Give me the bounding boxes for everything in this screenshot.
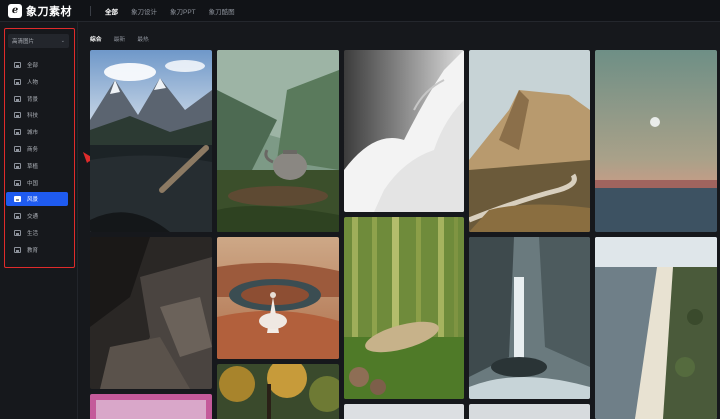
sidebar-item-label: 教育 [27,247,39,254]
tab-comprehensive[interactable]: 综合 [90,34,102,43]
logo-text: 象刀素材 [26,5,72,18]
sidebar-item-life[interactable]: 生活 [6,226,68,240]
image-tile-teapot-moss[interactable] [217,50,339,232]
tab-latest[interactable]: 最新 [114,34,126,43]
image-tile-snow-rock[interactable] [344,50,464,212]
sidebar-item-background[interactable]: 背景 [6,92,68,106]
sidebar-item-scenery[interactable]: 风景 [6,192,68,207]
image-tile-horseshoe-bend[interactable] [217,237,339,359]
sidebar-item-label: 风景 [27,197,39,204]
category-list: 全部 人物 背景 科技 城市 商务 草植 中国 风景 交通 生活 教育 [6,58,68,260]
pale-sky-1-image [344,404,464,419]
image-tile-bamboo-forest[interactable] [344,217,464,399]
logo-icon: ℯ [8,3,22,18]
sidebar-item-business[interactable]: 商务 [6,142,68,156]
sidebar-item-label: 生活 [27,230,39,237]
sidebar-item-label: 科技 [27,113,39,120]
image-icon [14,196,21,203]
cliff-road-image [469,50,590,232]
divider [90,5,91,16]
sidebar-item-label: 城市 [27,130,39,137]
bamboo-forest-image [344,217,464,399]
image-tile-pale-sky-2[interactable] [469,404,590,419]
pale-sky-2-image [469,404,590,419]
sidebar-item-label: 交通 [27,214,39,221]
image-tile-autumn-trees[interactable] [217,364,339,419]
sidebar-item-city[interactable]: 城市 [6,125,68,139]
sidebar-item-label: 中国 [27,180,39,187]
waterfall-image [469,237,590,399]
dark-rocks-image [90,237,212,389]
image-icon [14,62,21,68]
image-icon [14,129,21,136]
image-icon [14,112,21,119]
top-nav: 全部 象刀设计 象刀PPT 象刀酷图 [105,6,235,16]
image-tile-waterfall[interactable] [469,237,590,399]
image-icon [14,246,21,253]
top-bar: ℯ 象刀素材 全部 象刀设计 象刀PPT 象刀酷图 [0,0,720,22]
image-tile-mountain-lake[interactable] [90,50,212,232]
sidebar-item-label: 商务 [27,146,39,153]
horseshoe-bend-image [217,237,339,359]
tab-hottest[interactable]: 最热 [137,34,149,43]
sidebar-item-plants[interactable]: 草植 [6,159,68,173]
sidebar-item-education[interactable]: 教育 [6,243,68,257]
nav-design[interactable]: 象刀设计 [131,6,157,16]
autumn-trees-image [217,364,339,419]
image-tile-pale-sky-1[interactable] [344,404,464,419]
image-icon [14,229,21,236]
sort-tabs: 综合 最新 最热 [90,34,149,43]
image-icon [14,179,21,186]
sidebar-item-china[interactable]: 中国 [6,176,68,190]
image-icon [14,213,21,220]
teapot-moss-image [217,50,339,232]
image-icon [14,78,21,85]
sidebar-item-label: 全部 [27,63,39,69]
nav-all[interactable]: 全部 [105,6,118,16]
image-tile-pink-sky[interactable] [90,394,212,419]
category-type-select[interactable]: 高清图片 ⌄ [8,34,69,48]
image-icon [14,95,21,102]
snow-rock-image [344,50,464,212]
sidebar-item-people[interactable]: 人物 [6,75,68,89]
nav-ppt[interactable]: 象刀PPT [170,6,196,16]
image-tile-moon-sea[interactable] [595,50,717,232]
sidebar-item-label: 人物 [27,79,39,86]
coastline-image [595,237,717,419]
sidebar: 高清图片 ⌄ 全部 人物 背景 科技 城市 商务 草植 中国 风景 交通 生活 … [0,22,78,419]
logo[interactable]: ℯ 象刀素材 [8,3,72,19]
image-tile-coastline[interactable] [595,237,717,419]
image-icon [14,162,21,169]
mountain-lake-image [90,50,212,232]
sidebar-item-label: 草植 [27,163,39,170]
pink-sky-image [90,394,212,419]
category-type-value: 高清图片 [12,39,35,45]
image-icon [14,145,21,152]
image-tile-cliff-road[interactable] [469,50,590,232]
sidebar-item-tech[interactable]: 科技 [6,108,68,122]
sidebar-item-label: 背景 [27,96,39,103]
chevron-down-icon: ⌄ [60,38,65,44]
nav-cool-images[interactable]: 象刀酷图 [209,6,235,16]
sidebar-item-all[interactable]: 全部 [6,58,68,72]
sidebar-item-transport[interactable]: 交通 [6,209,68,223]
moon-sea-image [595,50,717,232]
image-tile-dark-rocks[interactable] [90,237,212,389]
